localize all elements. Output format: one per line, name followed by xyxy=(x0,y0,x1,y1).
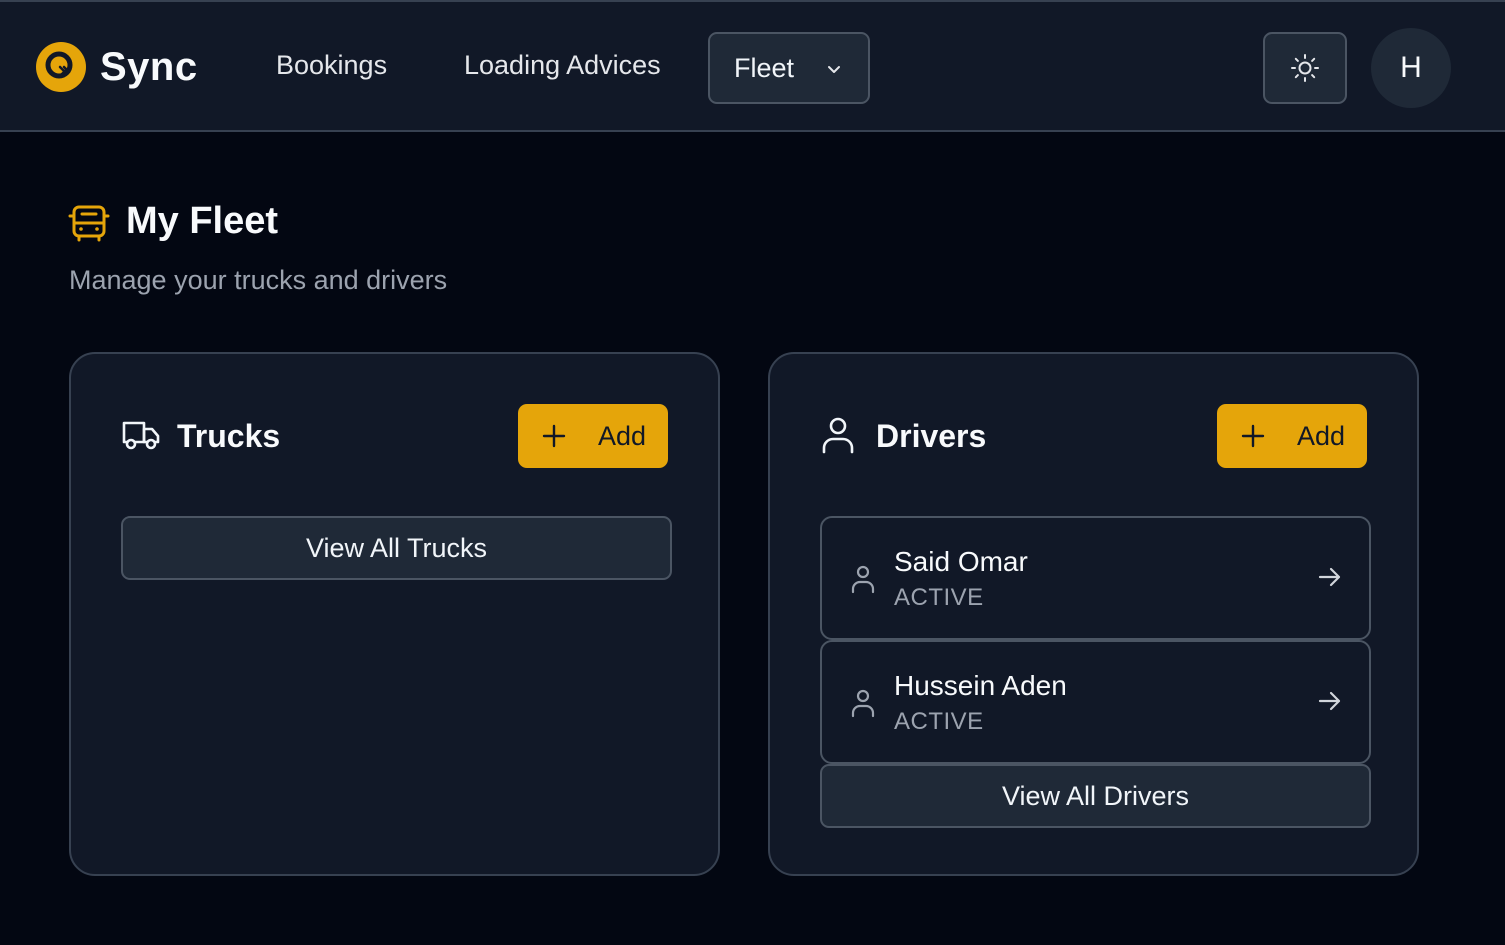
fleet-dropdown-label: Fleet xyxy=(734,52,795,83)
nav-link-bookings[interactable]: Bookings xyxy=(276,50,387,81)
fleet-dropdown[interactable]: Fleet xyxy=(708,32,870,104)
bus-icon xyxy=(68,205,110,242)
trucks-card: Trucks Add View All Trucks xyxy=(69,352,720,876)
drivers-card-header: Drivers Add xyxy=(820,404,1367,468)
user-icon xyxy=(822,417,854,454)
arrow-right-icon xyxy=(1318,691,1341,711)
brand[interactable]: Sync xyxy=(36,42,198,92)
user-avatar[interactable]: H xyxy=(1371,28,1451,108)
view-all-drivers-button[interactable]: View All Drivers xyxy=(820,764,1371,828)
driver-name: Hussein Aden xyxy=(894,670,1067,701)
plus-icon xyxy=(1241,424,1265,448)
brand-name: Sync xyxy=(100,44,198,89)
sun-icon xyxy=(1291,54,1319,82)
arrow-right-icon xyxy=(1318,567,1341,587)
plus-icon xyxy=(542,424,566,448)
add-driver-button[interactable]: Add xyxy=(1217,404,1367,468)
nav-link-loading-advices[interactable]: Loading Advices xyxy=(464,50,661,81)
trucks-card-header: Trucks Add xyxy=(121,404,668,468)
sync-logo-icon xyxy=(36,42,86,92)
drivers-card-title: Drivers xyxy=(876,418,987,454)
user-icon xyxy=(851,689,875,718)
driver-list-item[interactable]: Said Omar ACTIVE xyxy=(820,516,1371,640)
driver-name: Said Omar xyxy=(894,546,1028,577)
view-all-trucks-button[interactable]: View All Trucks xyxy=(121,516,672,580)
chevron-down-icon xyxy=(828,66,840,73)
page-title: My Fleet xyxy=(126,200,279,242)
trucks-card-title: Trucks xyxy=(177,418,281,454)
add-truck-button-label: Add xyxy=(598,420,647,451)
top-navbar: Sync Bookings Loading Advices Fleet H xyxy=(0,0,1505,132)
truck-icon xyxy=(122,421,160,450)
add-driver-button-label: Add xyxy=(1297,420,1346,451)
driver-status: ACTIVE xyxy=(894,708,984,735)
driver-status: ACTIVE xyxy=(894,584,984,611)
drivers-card: Drivers Add Said Omar ACTIVE Hussein Ade… xyxy=(768,352,1419,876)
driver-list-item[interactable]: Hussein Aden ACTIVE xyxy=(820,640,1371,764)
user-icon xyxy=(851,565,875,594)
theme-toggle-button[interactable] xyxy=(1263,32,1347,104)
add-truck-button[interactable]: Add xyxy=(518,404,668,468)
page-subtitle: Manage your trucks and drivers xyxy=(69,265,448,295)
